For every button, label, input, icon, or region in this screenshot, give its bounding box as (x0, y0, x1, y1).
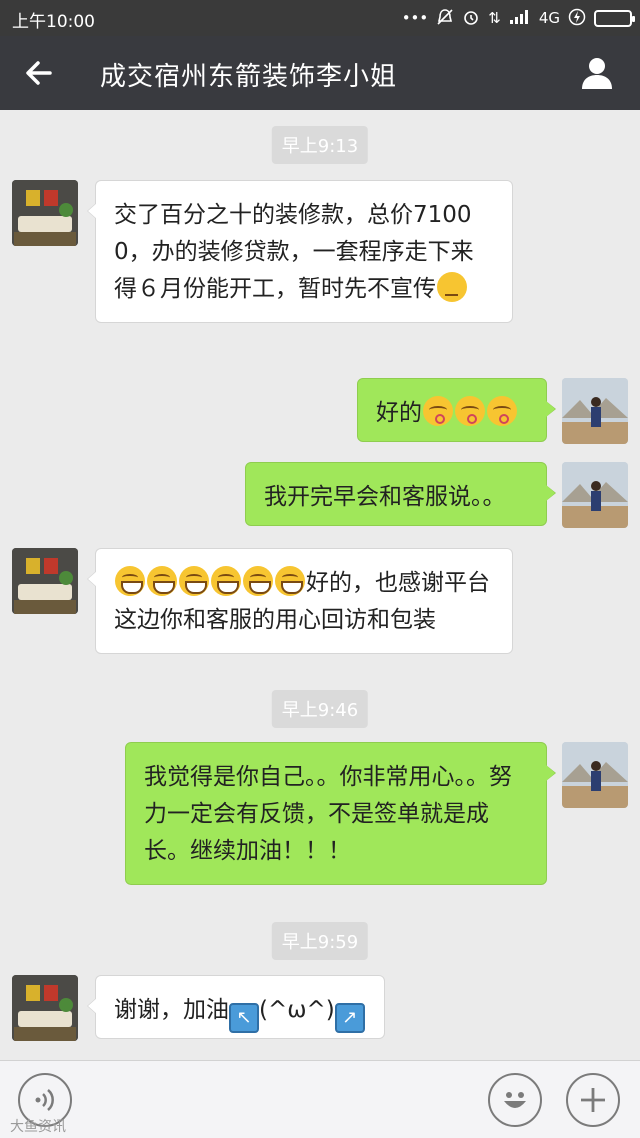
kiss-emoji-icon (487, 396, 517, 426)
mute-icon (436, 8, 454, 29)
message-bubble-received[interactable]: 谢谢，加油 ↖ (^ω^) ↗ (87, 975, 385, 1039)
grin-emoji-icon (115, 566, 145, 596)
contact-avatar[interactable] (12, 975, 78, 1041)
chat-input-bar (0, 1060, 640, 1138)
user-photo-avatar-image (562, 378, 628, 444)
message-bubble-received[interactable]: 好的，也感谢平台这边你和客服的用心回访和包装 (87, 548, 513, 654)
arrow-upleft-icon: ↖ (229, 1003, 259, 1033)
network-type: 4G (538, 8, 560, 27)
message-text: 我开完早会和客服说。。 (264, 484, 506, 510)
user-avatar[interactable] (562, 462, 628, 528)
back-arrow-icon (26, 61, 52, 85)
person-icon (582, 58, 612, 89)
message-bubble-sent[interactable]: 好的 (357, 378, 556, 442)
watermark: 大鱼资讯 (10, 1119, 66, 1135)
user-photo-avatar-image (562, 462, 628, 528)
status-icons: ••• ⇅ 4G (401, 4, 635, 32)
user-avatar[interactable] (562, 742, 628, 808)
contact-avatar[interactable] (12, 180, 78, 246)
message-bubble-sent[interactable]: 我觉得是你自己。。你非常用心。。努力一定会有反馈，不是签单就是成长。继续加油！！… (125, 742, 556, 885)
message-text-kaomoji: (^ω^) (259, 997, 335, 1023)
timestamp: 早上9:13 (271, 126, 369, 164)
battery-icon (594, 9, 635, 27)
grin-emoji-icon (147, 566, 177, 596)
chat-header: 成交宿州东箭装饰李小姐 (0, 36, 640, 110)
chat-title: 成交宿州东箭装饰李小姐 (100, 62, 398, 92)
user-avatar[interactable] (562, 378, 628, 444)
kiss-emoji-icon (455, 396, 485, 426)
kiss-emoji-icon (423, 396, 453, 426)
arrow-upright-icon: ↗ (334, 1003, 365, 1033)
grin-emoji-icon (179, 566, 209, 596)
user-photo-avatar-image (562, 742, 628, 808)
contact-avatar[interactable] (12, 548, 78, 614)
living-room-avatar-image (12, 180, 78, 246)
back-button[interactable] (16, 50, 62, 96)
grin-emoji-icon (243, 566, 273, 596)
living-room-avatar-image (12, 548, 78, 614)
message-bubble-received[interactable]: 交了百分之十的装修款，总价71000，办的装修贷款，一套程序走下来得６月份能开工… (87, 180, 513, 323)
voice-icon (35, 1089, 54, 1111)
data-arrows-icon: ⇅ (488, 8, 501, 27)
plus-icon (581, 1088, 605, 1112)
message-text: 交了百分之十的装修款，总价71000，办的装修贷款，一套程序走下来得６月份能开工… (114, 202, 474, 302)
grin-emoji-icon (211, 566, 241, 596)
alarm-icon (462, 8, 480, 29)
emoji-picker-button[interactable] (488, 1073, 542, 1127)
timestamp: 早上9:59 (271, 922, 369, 960)
living-room-avatar-image (12, 975, 78, 1041)
charging-icon (568, 8, 586, 29)
signal-icon (509, 9, 531, 28)
message-text: 谢谢，加油 (114, 997, 229, 1023)
status-bar: 上午10:00 ••• ⇅ 4G (0, 0, 640, 36)
grin-emoji-icon (275, 566, 305, 596)
dots-icon: ••• (401, 8, 429, 27)
thinking-emoji-icon (437, 272, 467, 302)
more-options-button[interactable] (566, 1073, 620, 1127)
message-bubble-sent[interactable]: 我开完早会和客服说。。 (245, 462, 556, 526)
chat-message-list[interactable]: 早上9:13 交了百分之十的装修款，总价71000，办的装修贷款，一套程序走下来… (0, 110, 640, 1060)
smiley-icon (504, 1092, 526, 1108)
message-text: 好的 (376, 400, 422, 426)
chat-info-button[interactable] (574, 50, 620, 96)
message-text: 我觉得是你自己。。你非常用心。。努力一定会有反馈，不是签单就是成长。继续加油！！… (144, 764, 512, 864)
timestamp: 早上9:46 (271, 690, 369, 728)
status-time: 上午10:00 (12, 12, 95, 32)
